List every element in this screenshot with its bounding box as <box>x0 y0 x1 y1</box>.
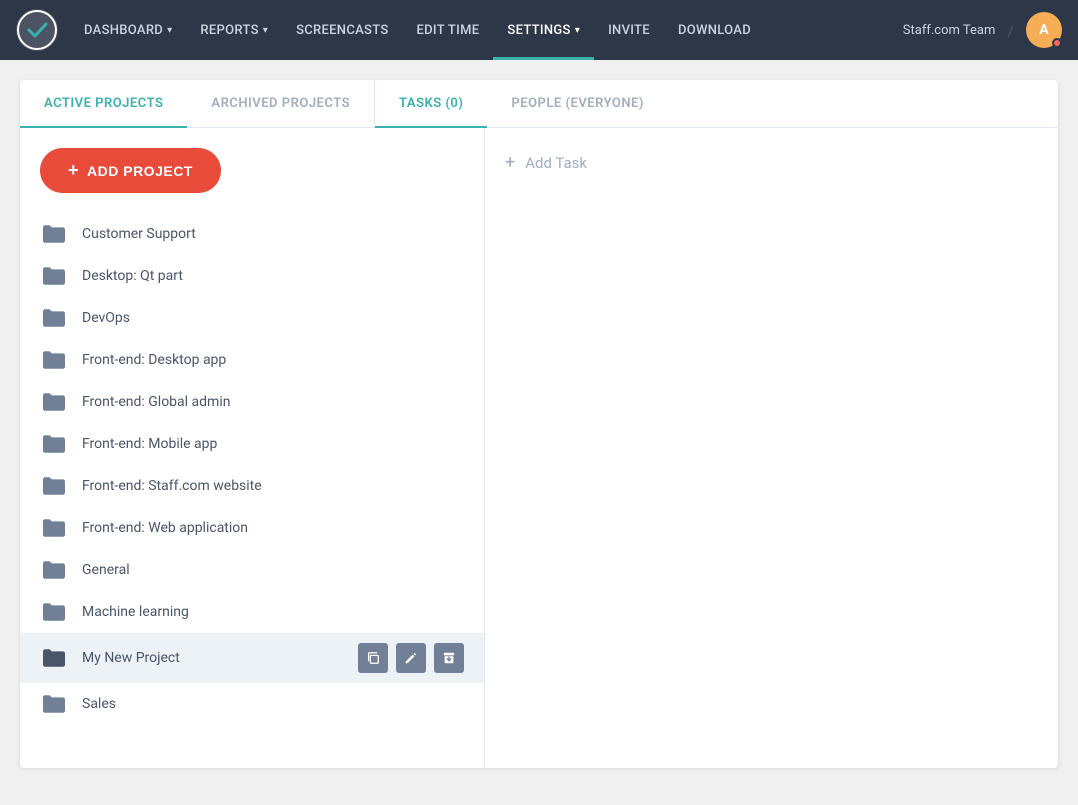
list-item[interactable]: Front-end: Web application <box>20 507 484 549</box>
list-item[interactable]: Desktop: Qt part <box>20 255 484 297</box>
nav-item-settings[interactable]: Settings ▾ <box>493 0 594 60</box>
content-area: + ADD PROJECT Customer Support <box>20 128 1058 768</box>
folder-icon <box>40 391 68 413</box>
folder-icon <box>40 693 68 715</box>
archive-project-button[interactable] <box>434 643 464 673</box>
main-card: Active Projects Archived Projects Tasks … <box>20 80 1058 768</box>
nav-item-reports[interactable]: Reports ▾ <box>186 0 282 60</box>
nav-right: Staff.com Team / A <box>903 12 1062 48</box>
nav-item-invite[interactable]: Invite <box>594 0 664 60</box>
project-actions <box>358 643 464 673</box>
list-item[interactable]: Sales <box>20 683 484 725</box>
folder-icon <box>40 559 68 581</box>
avatar-notification-dot <box>1052 38 1062 48</box>
folder-icon <box>40 307 68 329</box>
copy-icon <box>366 651 380 665</box>
nav-item-dashboard[interactable]: Dashboard ▾ <box>70 0 186 60</box>
list-item[interactable]: Customer Support <box>20 213 484 255</box>
logo[interactable] <box>16 9 58 51</box>
nav-separator: / <box>1007 21 1014 40</box>
nav-items: Dashboard ▾ Reports ▾ Screencasts Edit T… <box>70 0 903 60</box>
main-content: Active Projects Archived Projects Tasks … <box>0 60 1078 805</box>
add-project-button[interactable]: + ADD PROJECT <box>40 148 221 193</box>
add-task-label: Add Task <box>525 154 587 172</box>
list-item[interactable]: Front-end: Staff.com website <box>20 465 484 507</box>
right-panel: + Add Task <box>485 128 1058 768</box>
tab-archived-projects[interactable]: Archived Projects <box>187 80 374 127</box>
edit-icon <box>404 651 418 665</box>
chevron-down-icon: ▾ <box>167 25 172 36</box>
list-item-selected[interactable]: My New Project <box>20 633 484 683</box>
left-panel: + ADD PROJECT Customer Support <box>20 128 485 768</box>
avatar[interactable]: A <box>1026 12 1062 48</box>
folder-icon <box>40 517 68 539</box>
plus-icon: + <box>505 152 515 173</box>
plus-icon: + <box>68 160 79 181</box>
copy-project-button[interactable] <box>358 643 388 673</box>
project-list-scroll[interactable]: Customer Support Desktop: Qt part <box>20 213 484 725</box>
folder-icon <box>40 433 68 455</box>
folder-icon <box>40 349 68 371</box>
add-task-row[interactable]: + Add Task <box>505 148 1038 177</box>
folder-icon <box>40 223 68 245</box>
folder-icon <box>40 475 68 497</box>
tab-people[interactable]: People (Everyone) <box>487 80 668 127</box>
team-name: Staff.com Team <box>903 23 996 38</box>
folder-icon <box>40 647 68 669</box>
list-item[interactable]: General <box>20 549 484 591</box>
list-item[interactable]: Front-end: Mobile app <box>20 423 484 465</box>
edit-project-button[interactable] <box>396 643 426 673</box>
chevron-down-icon: ▾ <box>575 25 580 36</box>
folder-icon <box>40 601 68 623</box>
list-item[interactable]: Front-end: Global admin <box>20 381 484 423</box>
nav-item-download[interactable]: Download <box>664 0 765 60</box>
tab-active-projects[interactable]: Active Projects <box>20 80 187 127</box>
navbar: Dashboard ▾ Reports ▾ Screencasts Edit T… <box>0 0 1078 60</box>
nav-item-edit-time[interactable]: Edit Time <box>403 0 494 60</box>
list-item[interactable]: DevOps <box>20 297 484 339</box>
nav-item-screencasts[interactable]: Screencasts <box>282 0 402 60</box>
folder-icon <box>40 265 68 287</box>
list-item[interactable]: Machine learning <box>20 591 484 633</box>
tabs-row: Active Projects Archived Projects Tasks … <box>20 80 1058 128</box>
chevron-down-icon: ▾ <box>263 25 268 36</box>
project-list: Customer Support Desktop: Qt part <box>20 213 484 725</box>
archive-icon <box>442 651 456 665</box>
list-item[interactable]: Front-end: Desktop app <box>20 339 484 381</box>
tab-tasks[interactable]: Tasks (0) <box>374 80 487 127</box>
